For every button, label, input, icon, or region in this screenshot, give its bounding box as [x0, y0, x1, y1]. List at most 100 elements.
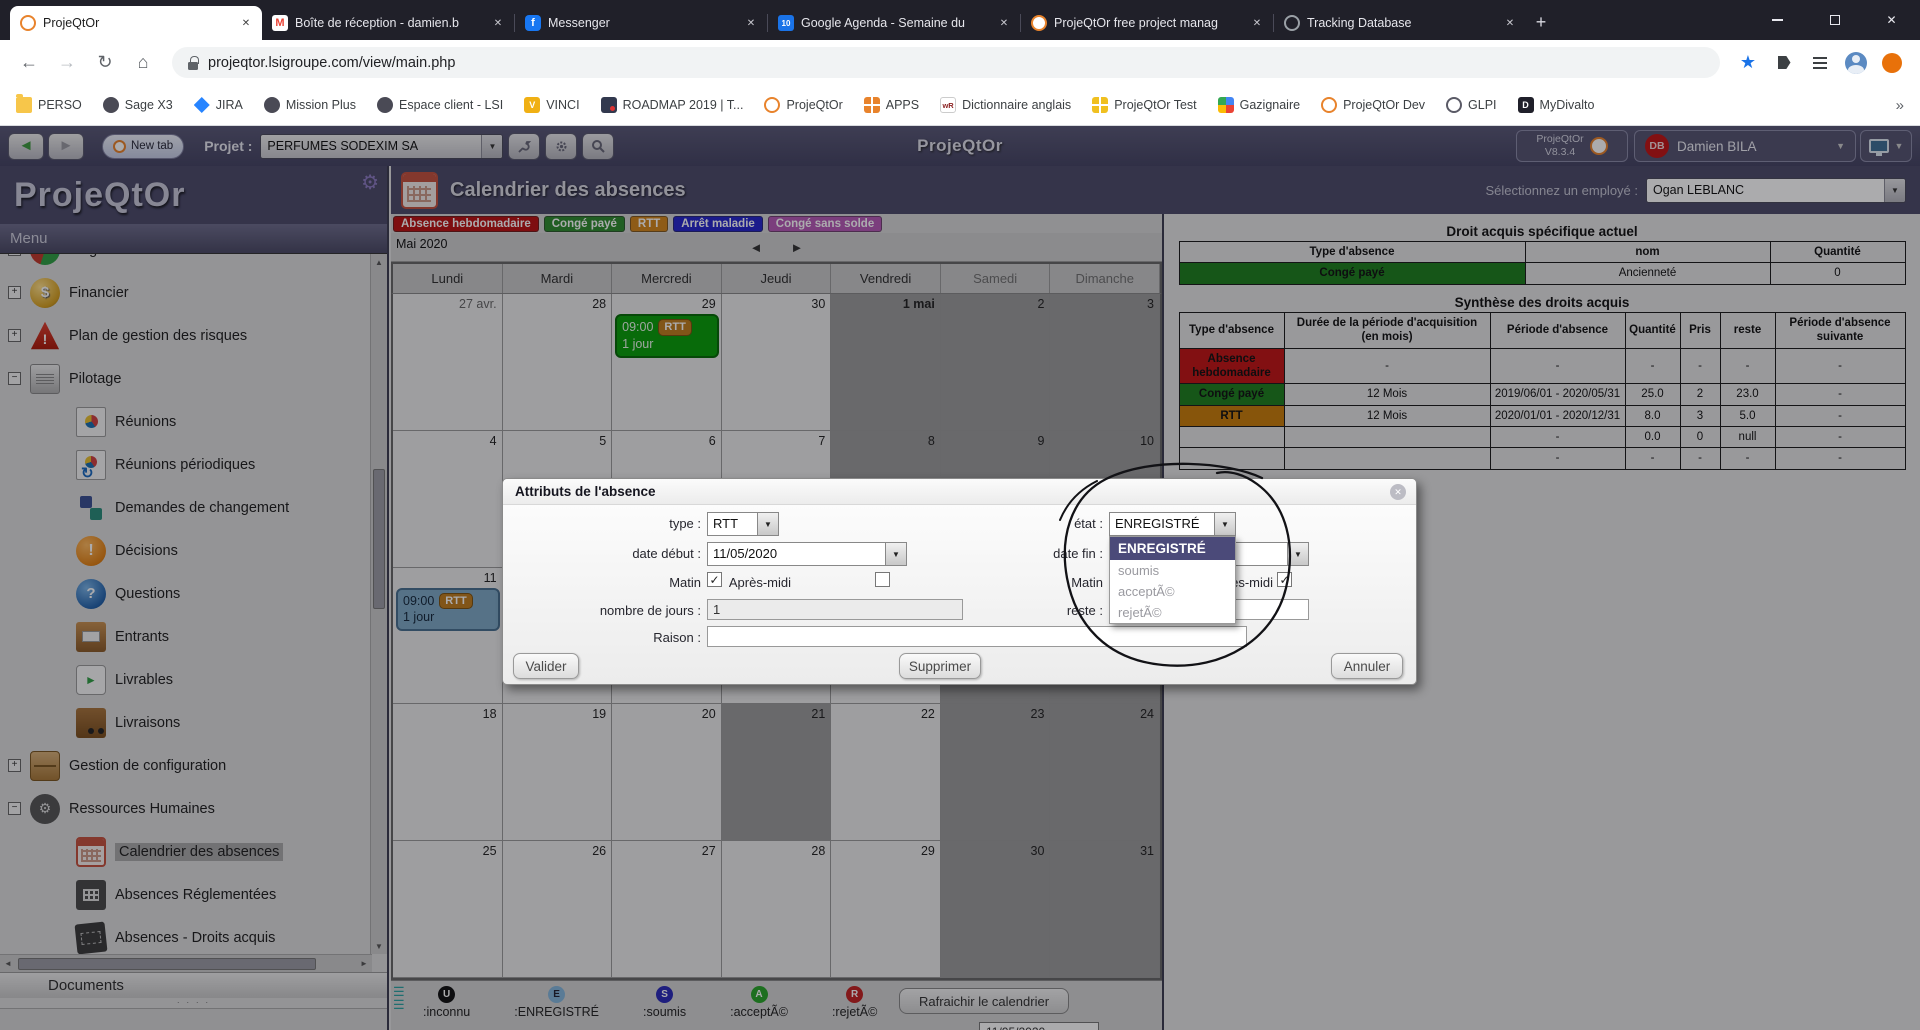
reading-list-icon[interactable] — [1804, 47, 1836, 79]
tab-close-icon[interactable] — [1502, 15, 1518, 31]
raison-label: Raison : — [511, 630, 701, 645]
profile-avatar[interactable] — [1840, 47, 1872, 79]
tag-icon[interactable] — [1768, 47, 1800, 79]
matin-fin-label: Matin — [913, 575, 1103, 590]
glpi-icon — [1446, 97, 1462, 113]
grid-icon — [1092, 97, 1108, 113]
bookmark-mission-plus[interactable]: Mission Plus — [264, 97, 356, 113]
mosaic-icon — [1218, 97, 1234, 113]
extension-icon[interactable] — [1876, 47, 1908, 79]
tab-projeqtor-site[interactable]: ProjeQtOr free project manag — [1021, 6, 1273, 40]
date-fin-label: date fin : — [913, 546, 1103, 561]
grid-icon — [864, 97, 880, 113]
tab-close-icon[interactable] — [743, 15, 759, 31]
apres-midi-fin-checkbox[interactable]: ✓ — [1277, 572, 1292, 587]
bookmarks-overflow[interactable]: » — [1896, 97, 1904, 114]
bookmark-gazignaire[interactable]: Gazignaire — [1218, 97, 1300, 113]
valider-button[interactable]: Valider — [513, 653, 579, 679]
bookmark-apps[interactable]: APPS — [864, 97, 919, 113]
reload-icon[interactable]: ↻ — [88, 46, 122, 80]
jira-icon — [194, 97, 210, 113]
nb-jours-label: nombre de jours : — [511, 603, 701, 618]
apres-midi-checkbox[interactable] — [875, 572, 890, 587]
divalto-icon — [1518, 97, 1534, 113]
date-debut-select[interactable]: 11/05/2020 — [707, 542, 907, 566]
bookmark-perso[interactable]: PERSO — [16, 97, 82, 113]
site-icon — [264, 97, 280, 113]
wordreference-icon — [940, 97, 956, 113]
bookmark-projeqtor-dev[interactable]: ProjeQtOr Dev — [1321, 97, 1425, 113]
calendar-favicon — [778, 15, 794, 31]
chevron-down-icon — [885, 543, 906, 565]
tab-messenger[interactable]: Messenger — [515, 6, 767, 40]
reste-label: reste : — [913, 603, 1103, 618]
dropdown-option-soumis[interactable]: soumis — [1110, 560, 1235, 581]
image-icon — [601, 97, 617, 113]
projeqtor-icon — [764, 97, 780, 113]
bookmark-projeqtor[interactable]: ProjeQtOr — [764, 97, 842, 113]
url-text: projeqtor.lsigroupe.com/view/main.php — [208, 55, 455, 71]
chevron-down-icon — [1287, 543, 1308, 565]
chevron-down-icon — [1214, 513, 1235, 535]
projeqtor-favicon — [20, 15, 36, 31]
bookmark-star-icon[interactable]: ★ — [1732, 47, 1764, 79]
bookmark-vinci[interactable]: VINCI — [524, 97, 579, 113]
app-viewport: New tab Projet : PERFUMES SODEXIM SA Pro… — [0, 126, 1920, 1030]
home-icon[interactable]: ⌂ — [126, 46, 160, 80]
forward-icon[interactable]: → — [50, 46, 84, 80]
tab-gmail[interactable]: Boîte de réception - damien.b — [262, 6, 514, 40]
bookmarks-bar: PERSO Sage X3 JIRA Mission Plus Espace c… — [0, 85, 1920, 126]
address-bar: ← → ↻ ⌂ projeqtor.lsigroupe.com/view/mai… — [0, 40, 1920, 85]
supprimer-button[interactable]: Supprimer — [899, 653, 981, 679]
bookmark-sagex3[interactable]: Sage X3 — [103, 97, 173, 113]
dropdown-option-accepte[interactable]: acceptÃ© — [1110, 581, 1235, 602]
tab-close-icon[interactable] — [490, 15, 506, 31]
minimize-button[interactable] — [1749, 0, 1806, 40]
back-icon[interactable]: ← — [12, 46, 46, 80]
absence-attributes-dialog: Attributs de l'absence type : RTT état :… — [502, 478, 1417, 685]
messenger-favicon — [525, 15, 541, 31]
tab-close-icon[interactable] — [996, 15, 1012, 31]
apres-midi-label: Après-midi — [701, 575, 791, 590]
etat-label: état : — [913, 516, 1103, 531]
chevron-down-icon — [757, 513, 778, 535]
vinci-icon — [524, 97, 540, 113]
close-icon[interactable] — [1390, 484, 1406, 500]
tab-projeqtor[interactable]: ProjeQtOr — [10, 6, 262, 40]
raison-input[interactable] — [707, 626, 1247, 647]
tab-google-agenda[interactable]: Google Agenda - Semaine du — [768, 6, 1020, 40]
bookmark-jira[interactable]: JIRA — [194, 97, 243, 113]
tab-bar: ProjeQtOr Boîte de réception - damien.b … — [0, 0, 1920, 40]
dropdown-option-enregistre[interactable]: ENREGISTRÉ — [1110, 537, 1235, 560]
lock-icon — [188, 56, 198, 70]
sage-icon — [103, 97, 119, 113]
etat-dropdown-list: ENREGISTRÉ soumis acceptÃ© rejetÃ© — [1109, 536, 1236, 624]
gmail-favicon — [272, 15, 288, 31]
folder-icon — [16, 97, 32, 113]
new-tab-button[interactable] — [1526, 7, 1556, 37]
bookmark-projeqtor-test[interactable]: ProjeQtOr Test — [1092, 97, 1196, 113]
site-icon — [377, 97, 393, 113]
tab-close-icon[interactable] — [238, 15, 254, 31]
etat-select[interactable]: ENREGISTRÉ — [1109, 512, 1236, 536]
bookmark-glpi[interactable]: GLPI — [1446, 97, 1497, 113]
maximize-button[interactable] — [1806, 0, 1863, 40]
projeqtor-icon — [1321, 97, 1337, 113]
dialog-title: Attributs de l'absence — [503, 479, 1416, 505]
tracking-favicon — [1284, 15, 1300, 31]
tab-tracking-database[interactable]: Tracking Database — [1274, 6, 1526, 40]
bookmark-roadmap[interactable]: ROADMAP 2019 | T... — [601, 97, 744, 113]
tab-close-icon[interactable] — [1249, 15, 1265, 31]
type-select[interactable]: RTT — [707, 512, 779, 536]
bookmark-mydivalto[interactable]: MyDivalto — [1518, 97, 1595, 113]
dropdown-option-rejete[interactable]: rejetÃ© — [1110, 602, 1235, 623]
date-debut-label: date début : — [511, 546, 701, 561]
bookmark-dictionnaire[interactable]: Dictionnaire anglais — [940, 97, 1071, 113]
type-label: type : — [511, 516, 701, 531]
annuler-button[interactable]: Annuler — [1331, 653, 1403, 679]
bookmark-espace-client[interactable]: Espace client - LSI — [377, 97, 503, 113]
window-controls — [1749, 0, 1920, 40]
url-box[interactable]: projeqtor.lsigroupe.com/view/main.php — [172, 47, 1720, 78]
projeqtor-favicon — [1031, 15, 1047, 31]
close-button[interactable] — [1863, 0, 1920, 40]
